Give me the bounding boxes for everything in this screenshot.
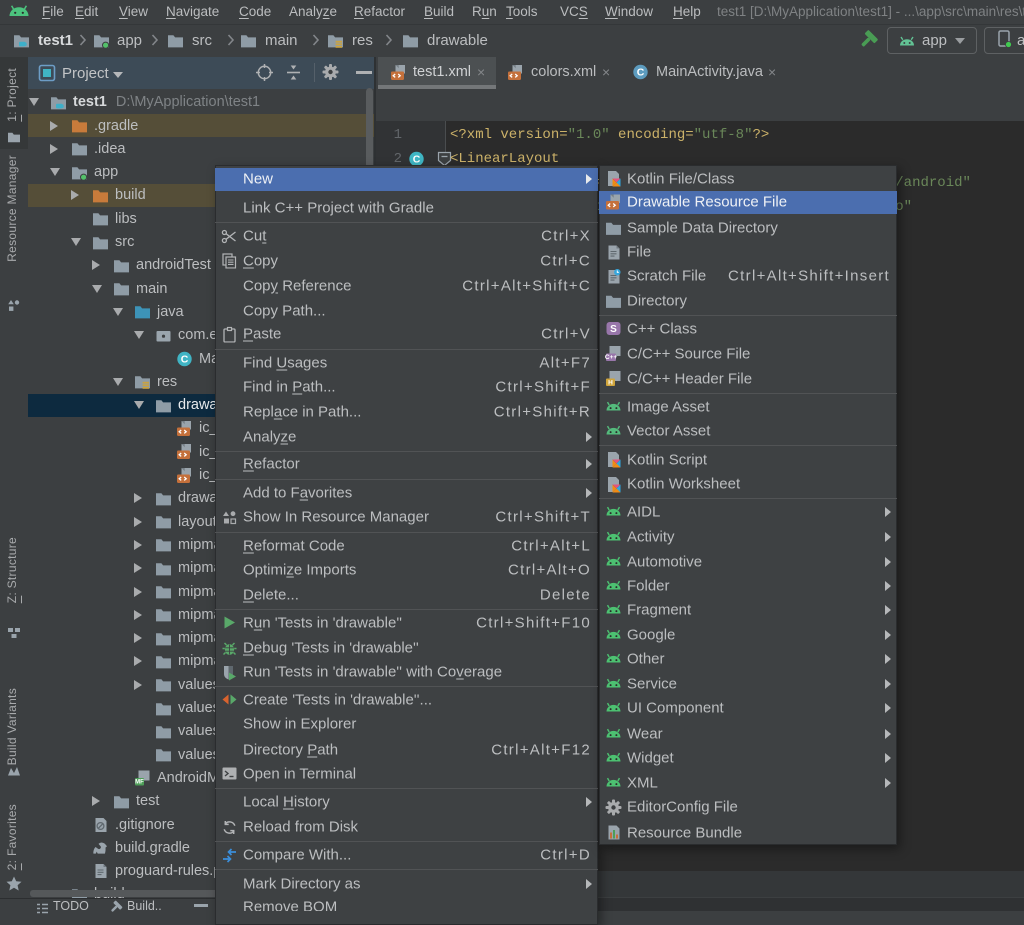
svg-text:C: C [413,154,421,166]
svg-text:C: C [637,67,645,79]
svg-text:C: C [181,353,189,365]
svg-text:MF: MF [135,779,144,785]
svg-text:H: H [608,379,613,386]
svg-text:C++: C++ [605,354,617,361]
svg-text:S: S [610,324,617,335]
